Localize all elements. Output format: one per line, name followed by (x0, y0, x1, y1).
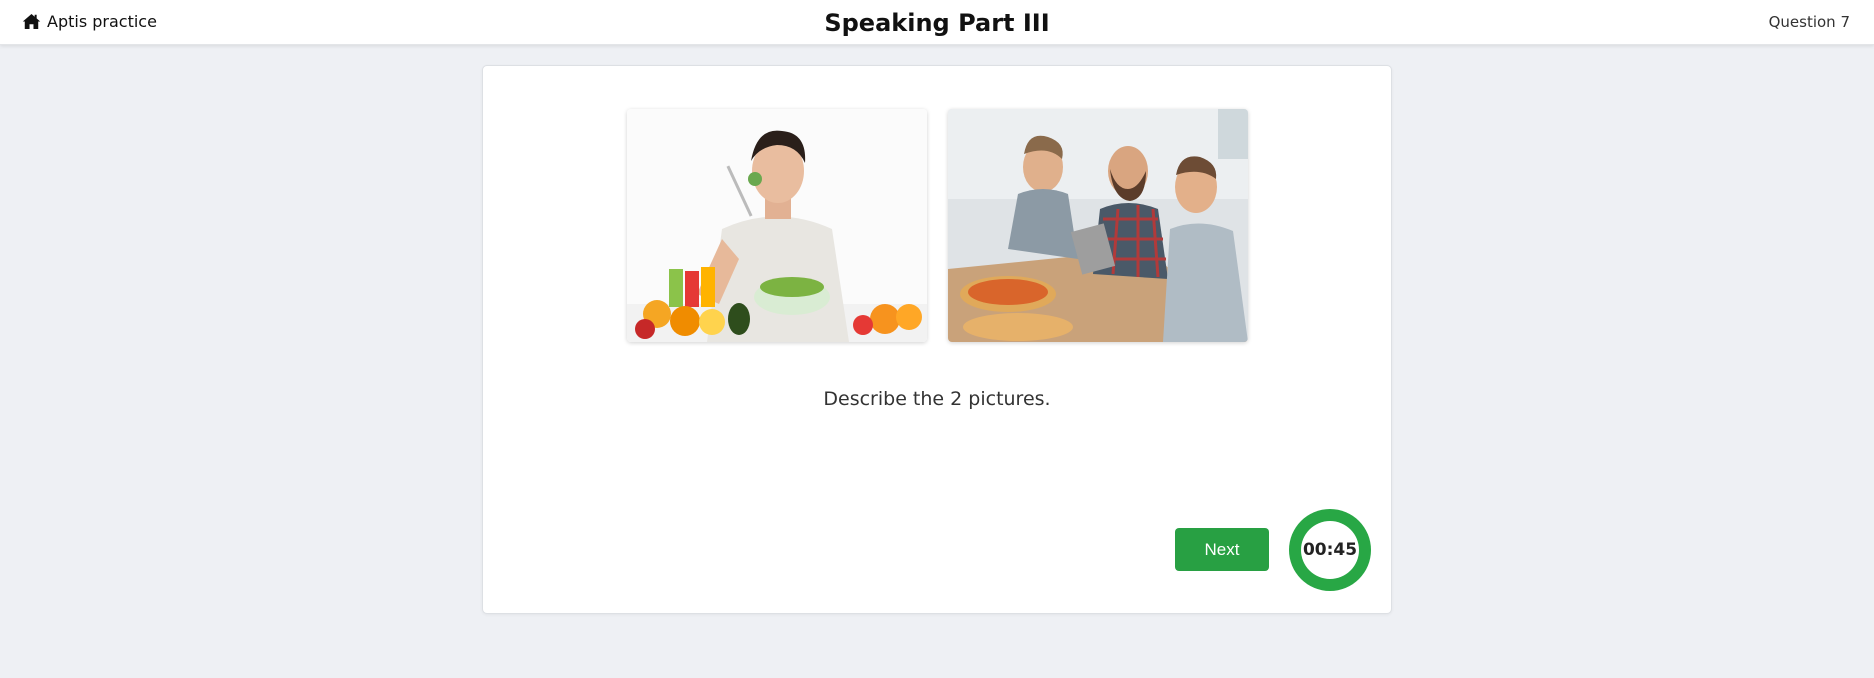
top-navbar: Aptis practice Speaking Part III Questio… (0, 0, 1874, 45)
friends-eating-pizza-image (948, 109, 1248, 342)
picture-man-eating-salad (627, 109, 927, 342)
countdown-timer: 00:45 (1289, 509, 1371, 591)
task-prompt: Describe the 2 pictures. (823, 388, 1051, 410)
next-button[interactable]: Next (1175, 528, 1269, 571)
picture-friends-eating-pizza (948, 109, 1248, 342)
man-eating-salad-image (627, 109, 927, 342)
timer-value: 00:45 (1301, 521, 1359, 579)
question-card: Describe the 2 pictures. Next 00:45 (482, 65, 1392, 614)
page-title: Speaking Part III (824, 9, 1050, 37)
question-counter: Question 7 (1768, 13, 1850, 31)
